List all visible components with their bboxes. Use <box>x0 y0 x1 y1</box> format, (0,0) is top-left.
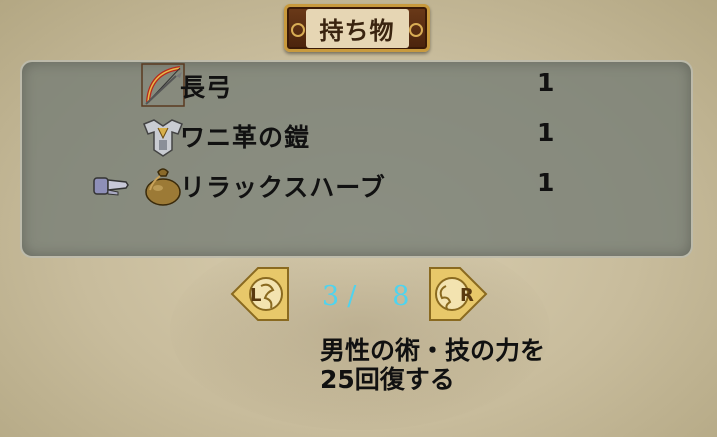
item-description: 男性の術・技の力を 25回復する <box>320 336 545 394</box>
next-page-label: R <box>460 285 474 306</box>
item-quantity: 1 <box>537 118 555 147</box>
item-name: リラックスハーブ <box>180 173 386 202</box>
inventory-row[interactable]: リラックスハーブ 1 <box>22 162 691 208</box>
description-line: 男性の術・技の力を <box>320 336 546 365</box>
item-name: ワニ革の鎧 <box>180 123 311 152</box>
previous-page-label: L <box>250 285 261 306</box>
previous-page-button[interactable]: L <box>228 262 292 326</box>
description-line: 25回復する <box>320 365 455 394</box>
page-separator: / <box>347 281 359 312</box>
next-page-button[interactable]: R <box>426 262 490 326</box>
item-name: 長弓 <box>180 73 233 102</box>
menu-title-plate: 持ち物 <box>284 4 430 52</box>
background-crest-emblem <box>170 230 550 430</box>
inventory-row[interactable]: ワニ革の鎧 1 <box>22 112 691 158</box>
pointing-gauntlet-cursor-icon <box>93 177 129 196</box>
total-pages: 8 <box>392 281 412 312</box>
item-quantity: 1 <box>537 68 555 97</box>
inventory-row[interactable]: 長弓 1 <box>22 62 691 108</box>
item-quantity: 1 <box>537 168 555 197</box>
menu-title: 持ち物 <box>305 8 409 48</box>
page-indicator: 3/ 8 <box>322 281 411 312</box>
inventory-panel: 長弓 1 ワニ革の鎧 1 リラックスハーブ 1 <box>20 60 693 258</box>
current-page: 3 <box>322 281 342 312</box>
